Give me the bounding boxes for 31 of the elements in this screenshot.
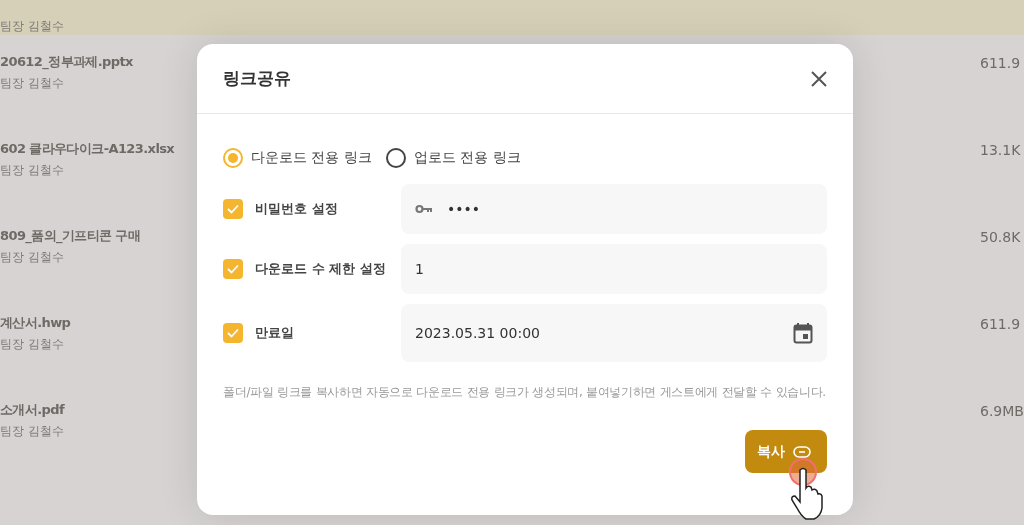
file-owner: 팀장 김철수 (0, 249, 65, 266)
file-name: 소개서.pdf (0, 401, 64, 419)
expiry-date-field[interactable]: 2023.05.31 00:00 (401, 304, 827, 362)
key-icon (415, 204, 433, 214)
link-icon (793, 445, 811, 458)
file-name: 809_품의_기프티콘 구매 (0, 227, 141, 245)
file-size: 50.8K (980, 228, 1022, 247)
date-value: 2023.05.31 00:00 (415, 325, 540, 341)
file-size: 6.9MB (980, 402, 1024, 421)
checkbox[interactable] (223, 199, 243, 219)
radio-option[interactable]: 업로드 전용 링크 (385, 148, 521, 168)
calendar-icon[interactable] (793, 322, 813, 344)
file-owner: 팀장 김철수 (0, 423, 64, 440)
help-text: 폴더/파일 링크를 복사하면 자동으로 다운로드 전용 링크가 생성되며, 붙여넣기하면 게스트에게 전달할 수 있습니다. (223, 384, 827, 401)
file-row[interactable]: 팀장 김철수 (0, 0, 1024, 35)
check-icon (227, 264, 239, 274)
dialog-title: 링크공유 (223, 67, 291, 90)
option-label: 비밀번호 설정 (255, 200, 338, 218)
option-label: 만료일 (255, 324, 294, 342)
check-icon (227, 328, 239, 338)
download-limit-field[interactable]: 1 (401, 244, 827, 294)
close-icon[interactable] (809, 68, 829, 89)
option-label: 다운로드 수 제한 설정 (255, 260, 386, 278)
file-owner: 팀장 김철수 (0, 18, 64, 35)
check-icon (227, 204, 239, 214)
password-value: •••• (447, 201, 481, 217)
password-field[interactable]: •••• (401, 184, 827, 234)
copy-button[interactable]: 복사 (745, 430, 827, 473)
checkbox[interactable] (223, 323, 243, 343)
checkbox[interactable] (223, 259, 243, 279)
radio-option[interactable]: 다운로드 전용 링크 (223, 148, 372, 168)
